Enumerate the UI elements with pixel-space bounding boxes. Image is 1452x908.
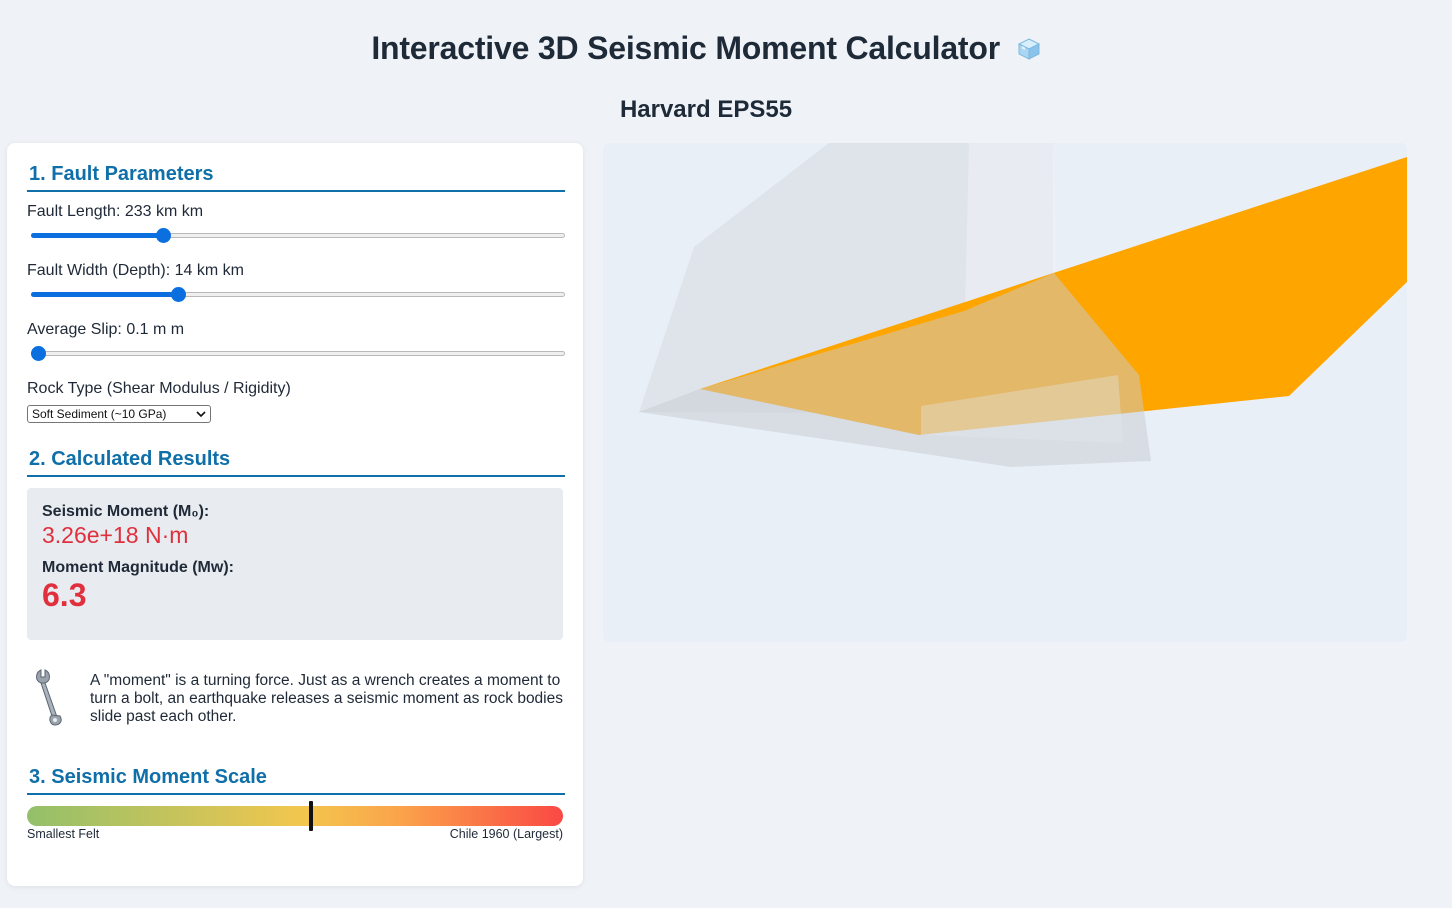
slider-thumb[interactable] xyxy=(31,346,46,361)
seismic-moment-value: 3.26e+18 N·m xyxy=(42,522,189,548)
fault-width-slider[interactable] xyxy=(31,287,565,302)
fault-3d-scene xyxy=(639,143,1407,467)
fault-length-label: Fault Length: 233 km km xyxy=(27,203,204,220)
slider-thumb[interactable] xyxy=(155,228,171,243)
rock-type-selected: Soft Sediment (~10 GPa) xyxy=(32,407,167,421)
calculated-results-heading: 2. Calculated Results xyxy=(27,448,565,477)
scale-min-label: Smallest Felt xyxy=(27,827,100,841)
moment-magnitude-value: 6.3 xyxy=(42,577,87,613)
average-slip-label: Average Slip: 0.1 m m xyxy=(27,321,185,338)
moment-analogy-text: A "moment" is a turning force. Just as a… xyxy=(90,672,563,725)
fault-3d-viewport[interactable] xyxy=(603,143,1407,642)
page-title: Interactive 3D Seismic Moment Calculator xyxy=(0,30,1412,67)
page-title-text: Interactive 3D Seismic Moment Calculator xyxy=(371,30,1000,66)
wrench-icon xyxy=(36,669,62,726)
results-box: Seismic Moment (M₀): 3.26e+18 N·m Moment… xyxy=(27,488,563,640)
slider-fill xyxy=(31,292,179,297)
fault-parameters-heading: 1. Fault Parameters xyxy=(27,163,565,192)
slider-thumb[interactable] xyxy=(171,287,187,302)
fault-length-slider[interactable] xyxy=(31,228,565,243)
average-slip-slider[interactable] xyxy=(31,346,565,361)
fault-width-label: Fault Width (Depth): 14 km km xyxy=(27,262,244,279)
slider-track xyxy=(31,351,565,356)
scale-marker xyxy=(309,801,314,831)
seismic-moment-scale-heading: 3. Seismic Moment Scale xyxy=(27,766,565,795)
controls-panel: 1. Fault Parameters Fault Length: 233 km… xyxy=(7,143,583,886)
rock-type-label: Rock Type (Shear Modulus / Rigidity) xyxy=(27,380,291,397)
slider-fill xyxy=(31,233,163,238)
moment-magnitude-label: Moment Magnitude (Mw): xyxy=(42,559,234,576)
seismic-moment-scale-bar xyxy=(27,801,563,831)
seismic-moment-label: Seismic Moment (M₀): xyxy=(42,503,210,520)
ice-cube-icon xyxy=(1017,38,1040,60)
page-subtitle: Harvard EPS55 xyxy=(619,96,793,123)
chevron-down-icon xyxy=(196,411,206,418)
scale-max-label: Chile 1960 (Largest) xyxy=(449,827,563,841)
rock-type-select[interactable]: Soft Sediment (~10 GPa) xyxy=(27,405,211,423)
